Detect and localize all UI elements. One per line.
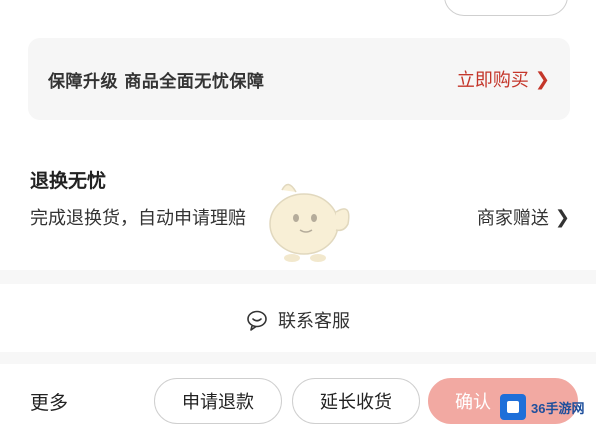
site-logo-icon	[500, 394, 526, 420]
buy-now-label: 立即购买	[456, 70, 529, 91]
extend-receipt-button[interactable]: 延长收货	[292, 378, 420, 424]
partial-action-button[interactable]	[444, 0, 568, 16]
chevron-right-icon: ❯	[554, 206, 570, 228]
section-divider	[0, 270, 596, 284]
merchant-gift-label: 商家赠送	[476, 208, 549, 229]
merchant-gift-link[interactable]: 商家赠送 ❯	[477, 204, 570, 230]
protection-upgrade-text: 保障升级 商品全面无忧保障	[48, 71, 265, 92]
contact-service-button[interactable]: 联系客服	[0, 300, 596, 340]
chat-bubble-icon	[247, 310, 267, 331]
contact-service-label: 联系客服	[278, 311, 350, 332]
chevron-right-icon: ❯	[534, 68, 550, 90]
site-watermark-text: 36手游网	[531, 400, 585, 416]
site-watermark-logo: 36手游网	[500, 394, 584, 420]
mascot-watermark-image	[269, 183, 350, 262]
request-refund-button[interactable]: 申请退款	[154, 378, 282, 424]
protection-upgrade-card[interactable]: 保障升级 商品全面无忧保障 立即购买 ❯	[28, 38, 570, 120]
worry-free-title: 退换无忧	[30, 170, 107, 192]
more-menu-label[interactable]: 更多	[30, 388, 68, 415]
worry-free-description: 完成退换货，自动申请理赔	[30, 208, 246, 229]
buy-now-link[interactable]: 立即购买 ❯	[457, 66, 550, 92]
section-divider	[0, 352, 596, 364]
